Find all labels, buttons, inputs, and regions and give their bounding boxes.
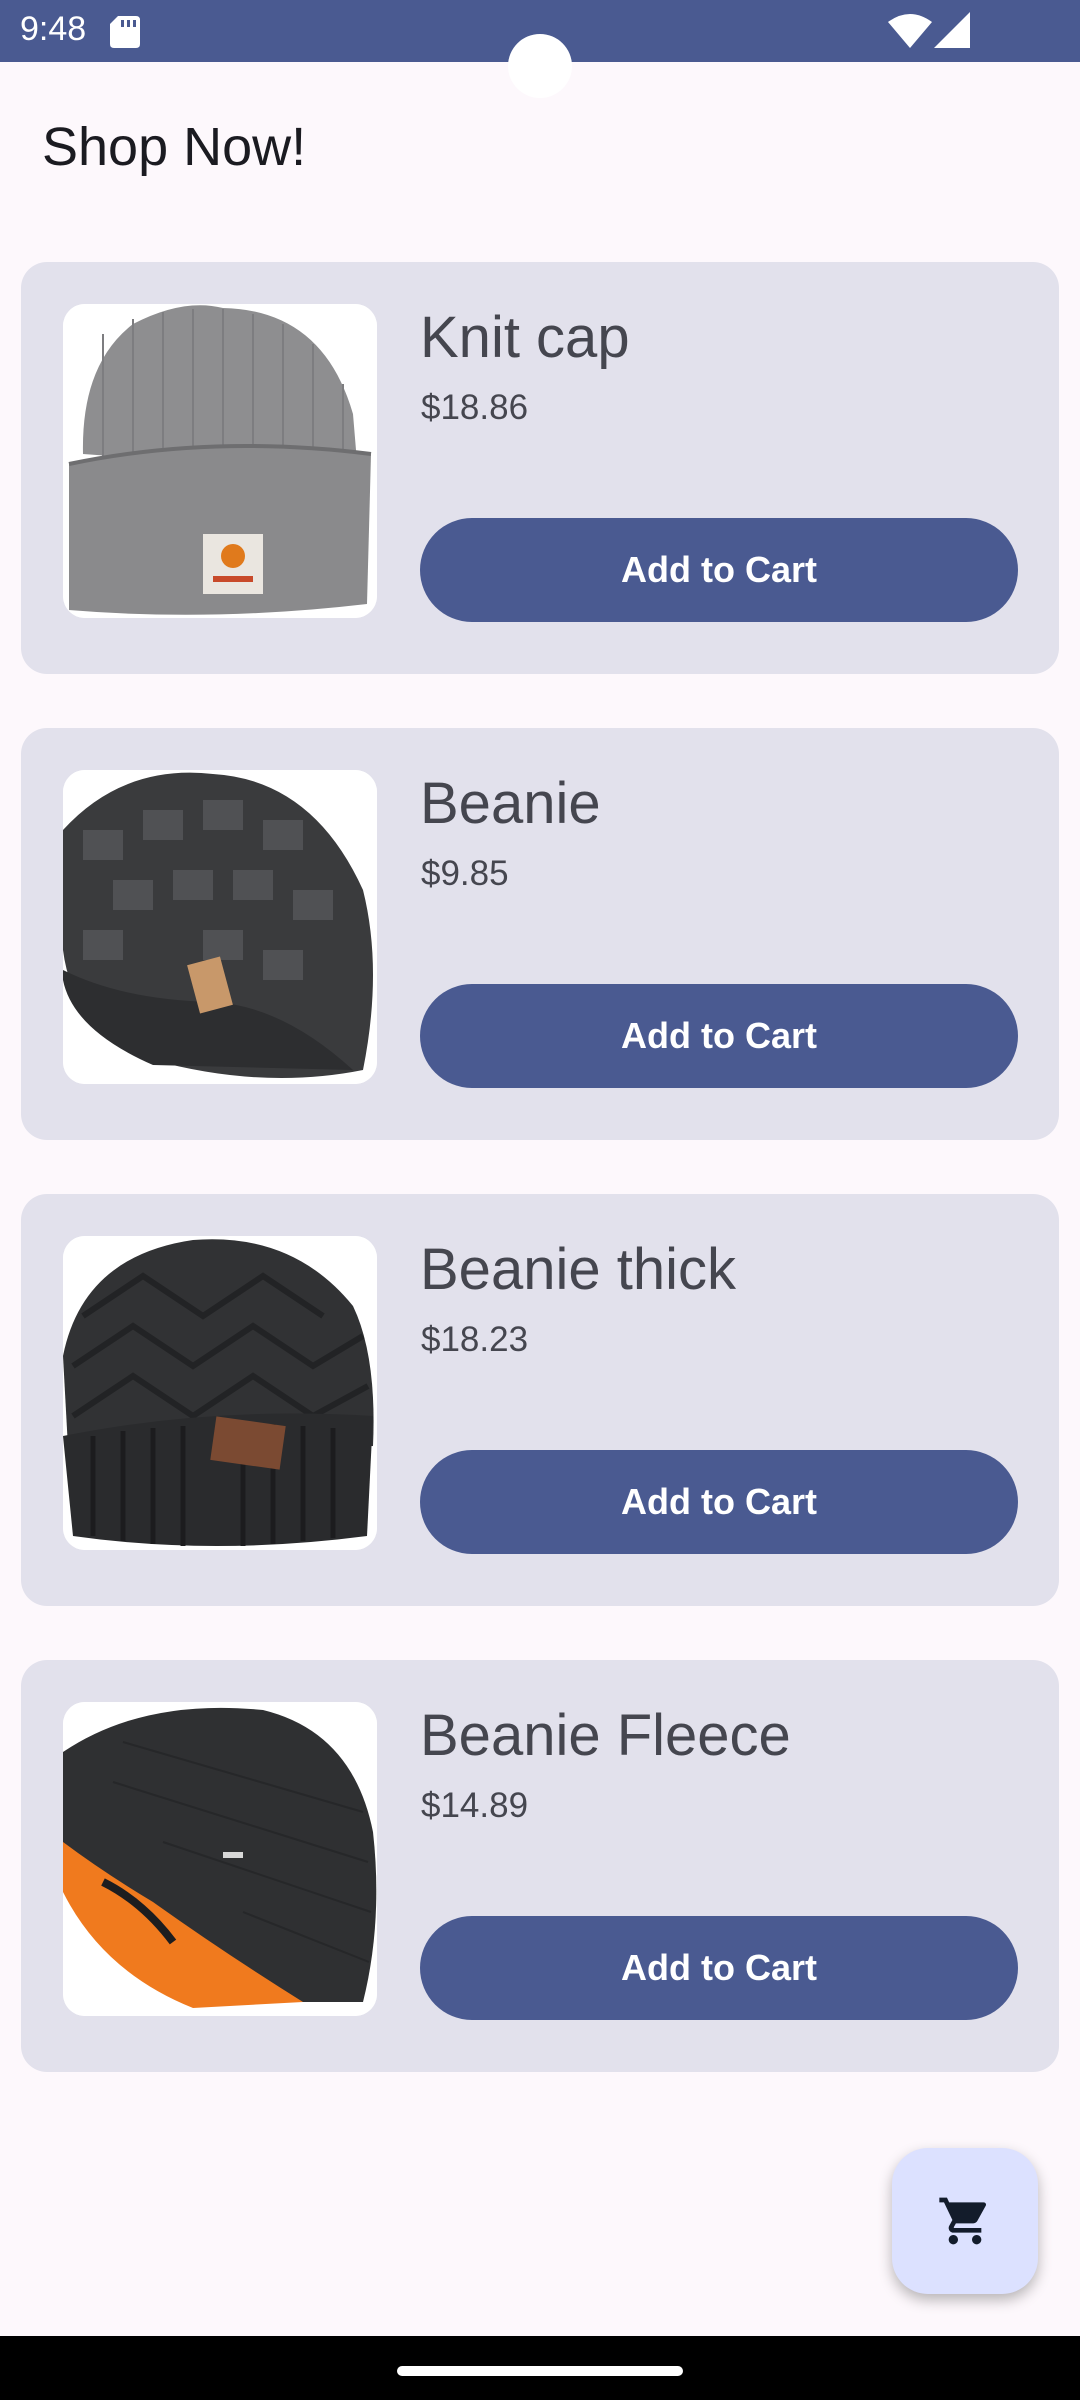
add-to-cart-button[interactable]: Add to Cart [420,1450,1018,1554]
wifi-icon [888,14,932,48]
add-to-cart-button[interactable]: Add to Cart [420,984,1018,1088]
dark-slouch-beanie-image [63,770,377,1084]
product-price: $18.86 [421,388,529,427]
add-to-cart-button[interactable]: Add to Cart [420,518,1018,622]
status-time: 9:48 [20,10,87,48]
shopping-cart-icon [939,2197,987,2245]
product-price: $9.85 [421,854,509,893]
cart-fab-button[interactable] [892,2148,1038,2294]
camera-cutout [508,34,572,98]
sd-card-icon [110,16,140,48]
add-to-cart-button[interactable]: Add to Cart [420,1916,1018,2020]
product-name: Beanie [420,771,601,836]
status-bar: 9:48 [0,0,1080,98]
navigation-bar [0,2336,1080,2400]
product-name: Beanie thick [420,1237,736,1302]
product-list: Knit cap $18.86 Add to Cart Beanie $9.85… [21,262,1059,2126]
product-card: Beanie $9.85 Add to Cart [21,728,1059,1140]
product-card: Knit cap $18.86 Add to Cart [21,262,1059,674]
product-image [63,304,377,618]
product-price: $14.89 [421,1786,529,1825]
grey-knit-cap-image [63,304,377,618]
home-gesture-handle[interactable] [397,2366,683,2376]
product-card: Beanie Fleece $14.89 Add to Cart [21,1660,1059,2072]
product-name: Beanie Fleece [420,1703,791,1768]
product-card: Beanie thick $18.23 Add to Cart [21,1194,1059,1606]
product-name: Knit cap [420,305,630,370]
product-image [63,770,377,1084]
product-image [63,1236,377,1550]
product-image [63,1702,377,2016]
page-title: Shop Now! [42,117,307,177]
black-orange-fleece-beanie-image [63,1702,377,2016]
black-cuffed-beanie-image [63,1236,377,1550]
signal-icon [934,12,970,48]
product-price: $18.23 [421,1320,529,1359]
